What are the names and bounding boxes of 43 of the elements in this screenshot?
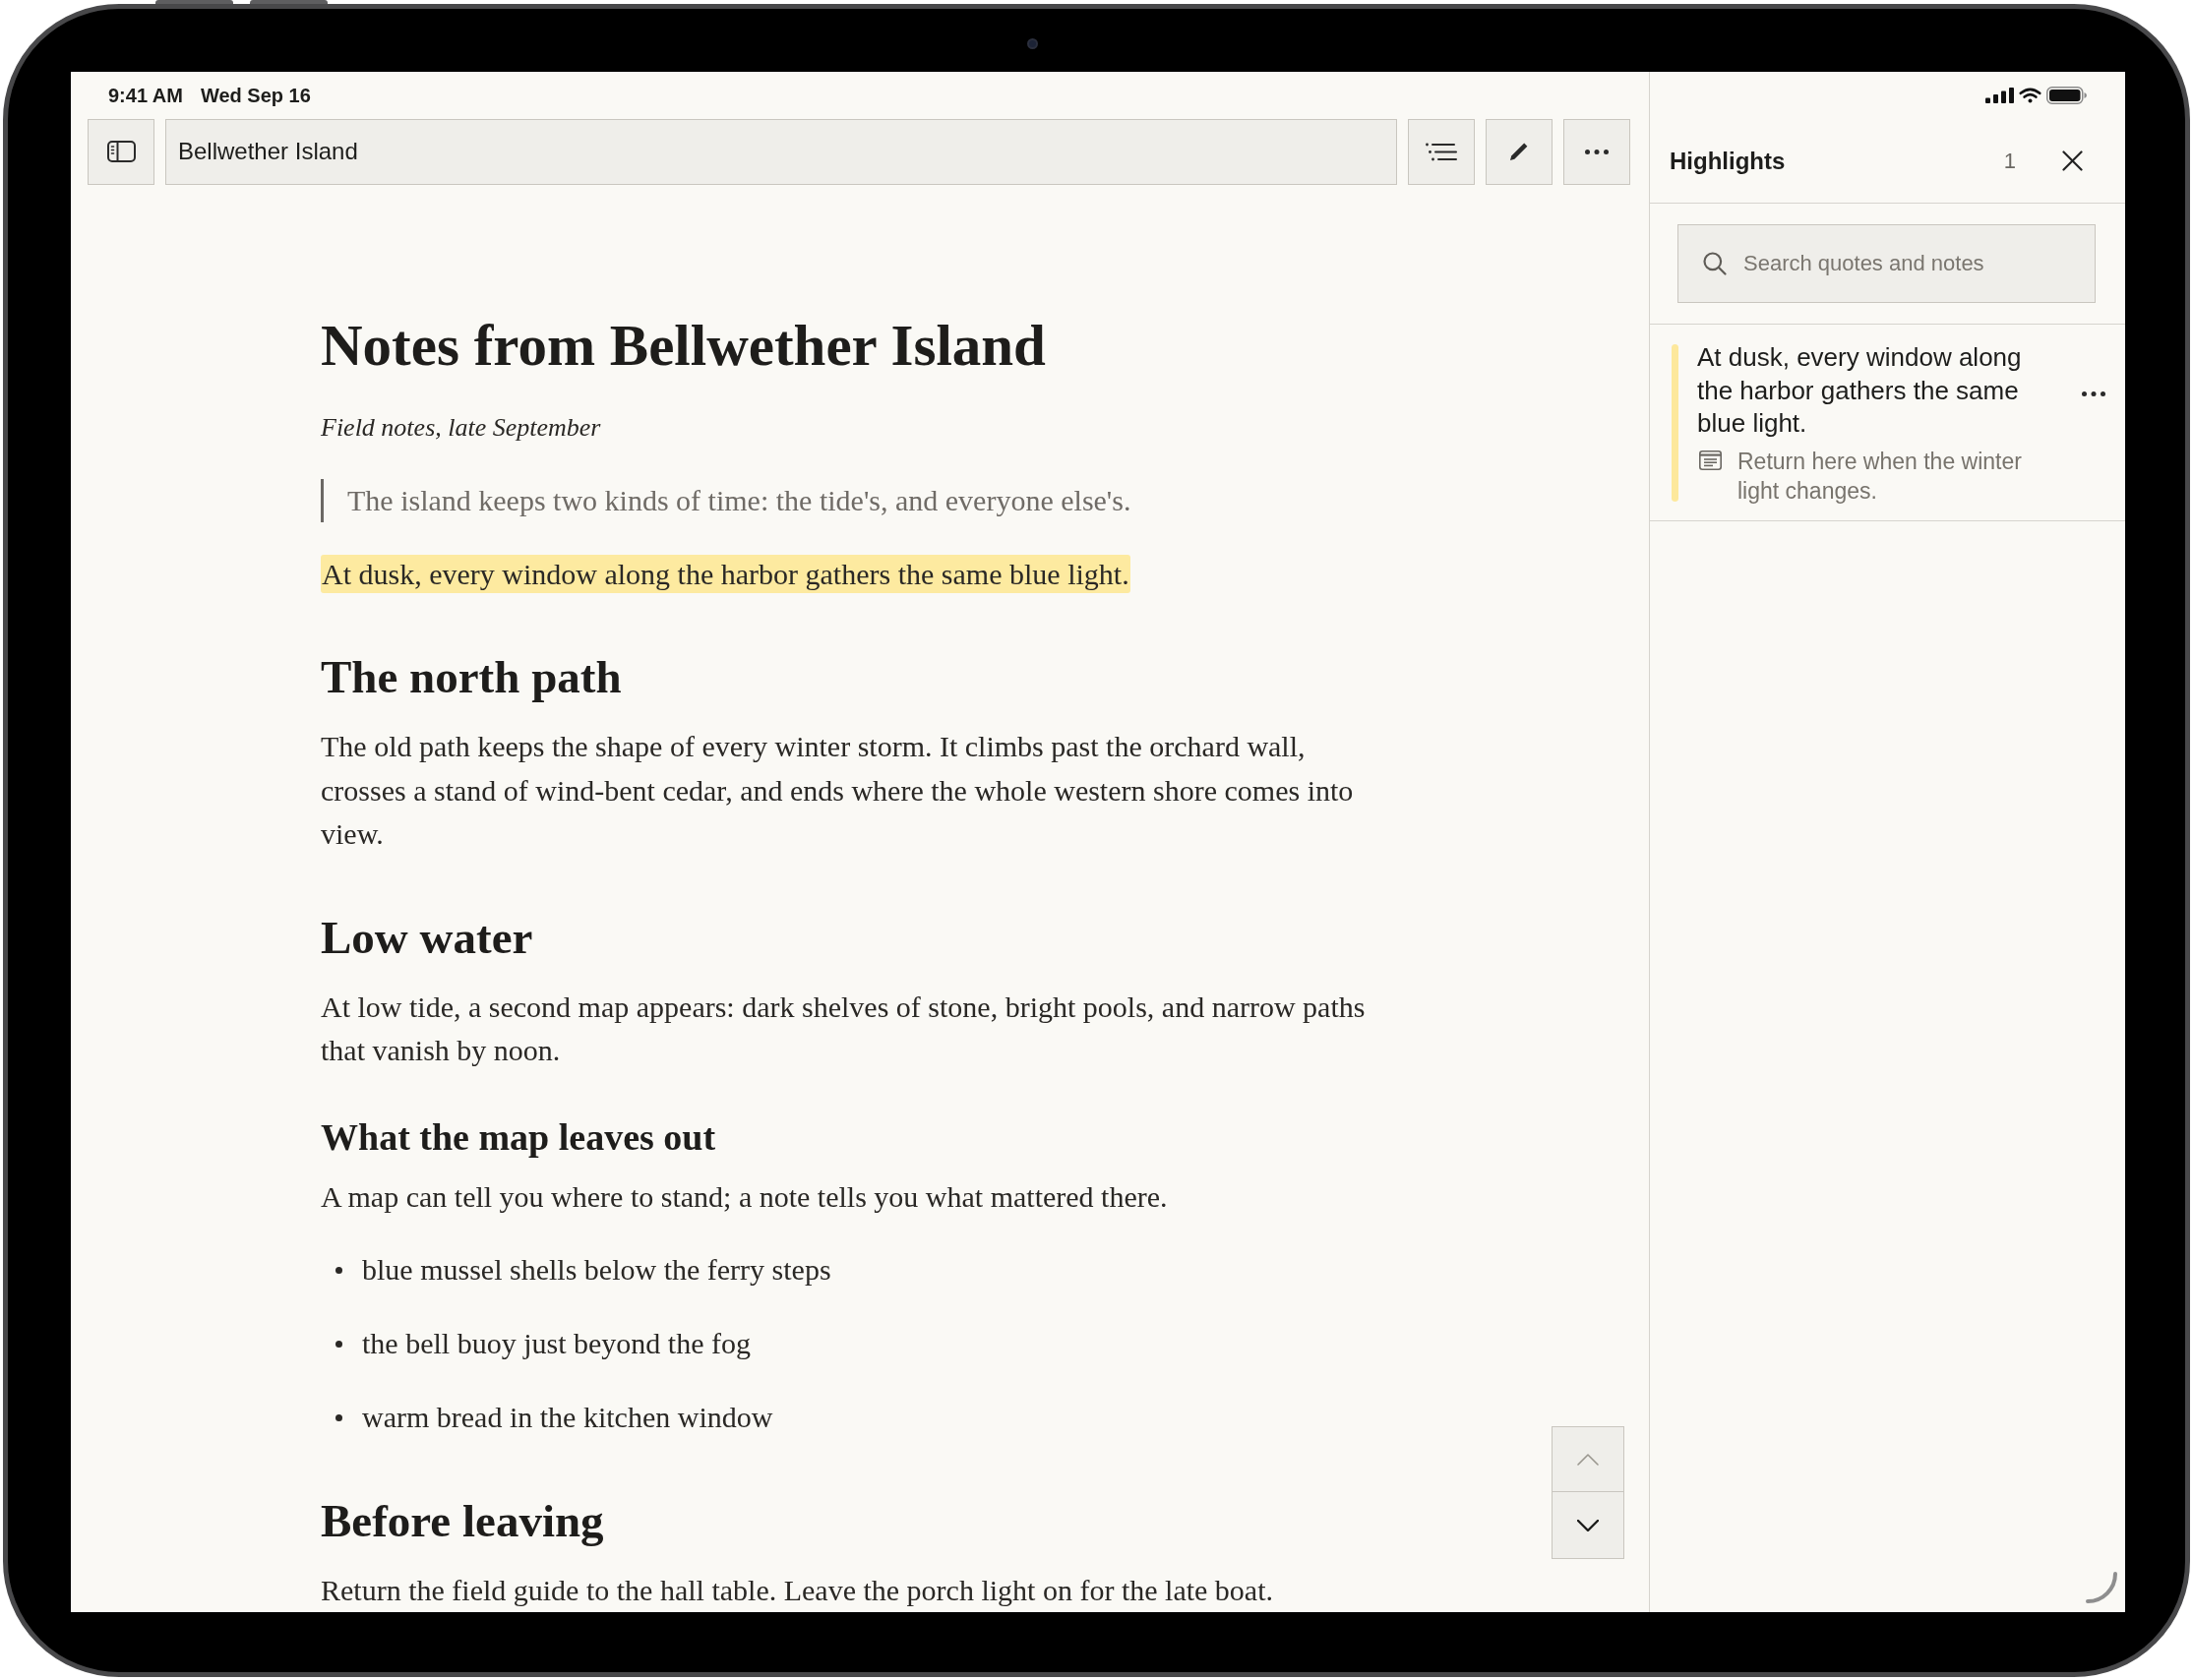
battery-icon	[2046, 87, 2087, 104]
highlight-note: Return here when the winter light changes.	[1737, 448, 2023, 506]
block-quote: The island keeps two kinds of time: the tide's, and everyone else's.	[321, 478, 1381, 522]
subsection-heading: What the map leaves out	[321, 1114, 717, 1160]
close-icon	[2062, 150, 2083, 171]
note-icon	[1699, 450, 1722, 470]
resize-handle-icon[interactable]	[2086, 1572, 2117, 1603]
section-heading: Before leaving	[321, 1493, 605, 1548]
status-date: Wed Sep 16	[200, 83, 311, 108]
status-time: 9:41 AM	[108, 83, 183, 108]
outline-button[interactable]	[1408, 118, 1475, 185]
bullet-icon	[335, 1340, 342, 1348]
search-field[interactable]: Search quotes and notes	[1677, 224, 2096, 303]
bullet-icon	[335, 1413, 342, 1421]
wifi-icon	[2019, 88, 2041, 103]
list-item-text: warm bread in the kitchen window	[362, 1400, 773, 1435]
paragraph-text: At low tide, a second map appears: dark shelves of stone, bright pools, and narrow paths that vanish by noon.	[321, 990, 1366, 1066]
highlight-count: 1	[2003, 148, 2016, 175]
more-icon	[1585, 149, 1609, 154]
camera-icon	[1027, 38, 1038, 49]
document-title: Notes from Bellwether Island	[321, 311, 1047, 380]
panel-title: Highlights	[1670, 146, 1787, 176]
paragraph-text: The old path keeps the shape of every winter storm. It climbs past the orchard wall, crosses a stand of wind-bent cedar, and ends where the whole western shore comes into view.	[321, 730, 1354, 850]
document-subtitle: Field notes, late September	[321, 411, 602, 444]
more-icon	[2082, 390, 2105, 396]
list-item-text: the bell buoy just beyond the fog	[362, 1326, 751, 1361]
title-field[interactable]: Bellwether Island	[165, 118, 1397, 185]
highlight-quote: At dusk, every window along the harbor gathers the same blue light.	[1697, 341, 2023, 440]
pencil-icon	[1509, 142, 1529, 161]
search-icon	[1703, 252, 1727, 275]
paragraph-text: Return the field guide to the hall table. Leave the porch light on for the late boat.	[321, 1573, 1273, 1606]
paragraph-text: A map can tell you where to stand; a note tells you what mattered there.	[321, 1179, 1168, 1213]
section-heading: Low water	[321, 910, 534, 965]
sidebar-button[interactable]	[88, 118, 154, 185]
sidebar-icon	[106, 141, 136, 162]
section-heading: The north path	[321, 650, 623, 704]
list-icon	[1426, 142, 1457, 161]
highlighted-text: At dusk, every window along the harbor gathers the same blue light.	[321, 554, 1130, 593]
bullet-icon	[335, 1266, 342, 1274]
highlight-card[interactable]: At dusk, every window along the harbor gathers the same blue light. Return here when the winter light changes.	[1650, 325, 2125, 521]
edit-button[interactable]	[1486, 118, 1553, 185]
signal-icon	[1985, 88, 2014, 103]
list-item-text: blue mussel shells below the ferry steps	[362, 1252, 831, 1288]
